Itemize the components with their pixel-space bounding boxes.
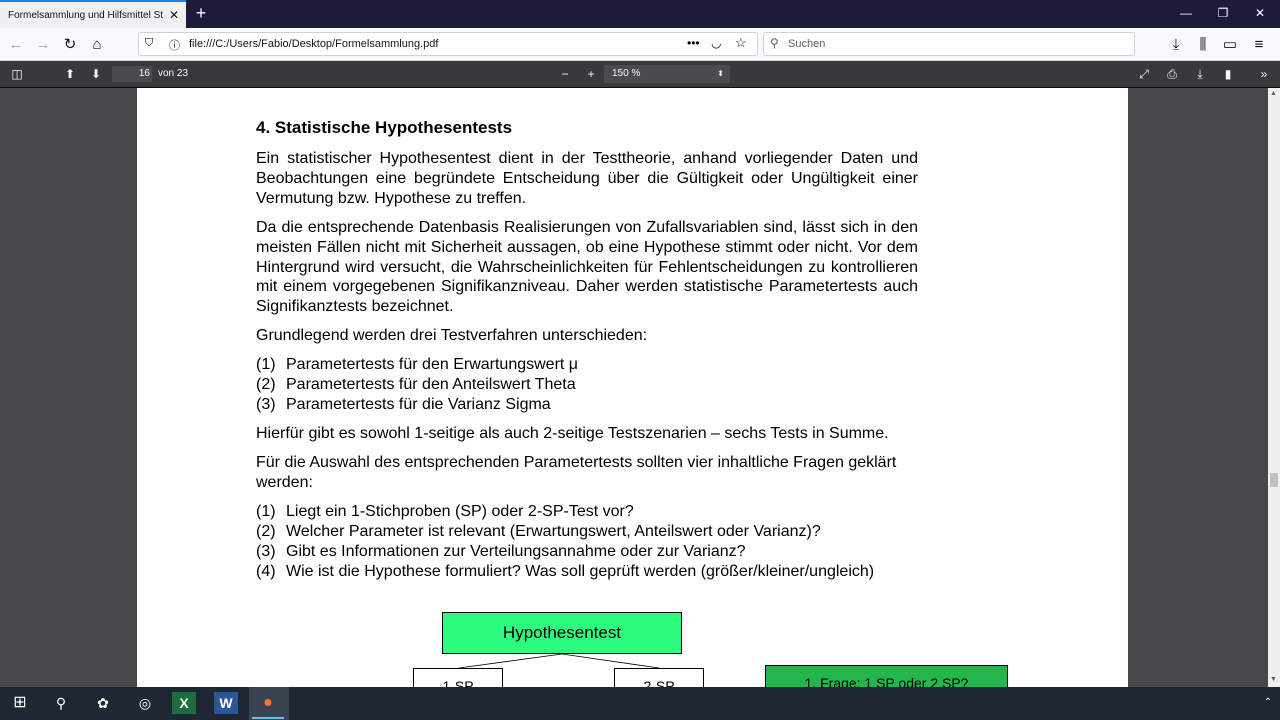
diagram-question-node: 1. Frage: 1 SP oder 2 SP?: [765, 665, 1008, 687]
downloads-icon[interactable]: ⤓: [1165, 34, 1187, 56]
previous-page-icon[interactable]: ⬆: [60, 65, 80, 83]
diagram-node-1sp: 1-SP: [413, 668, 503, 687]
reload-icon[interactable]: ↻: [59, 34, 81, 56]
back-icon[interactable]: ←: [5, 34, 27, 56]
word-icon[interactable]: W: [214, 692, 238, 714]
print-icon[interactable]: ⎙: [1162, 65, 1182, 83]
home-icon[interactable]: ⌂: [86, 34, 108, 56]
scroll-down-icon[interactable]: ▼: [1270, 676, 1277, 683]
tools-icon[interactable]: »: [1254, 65, 1274, 83]
page-total: von 23: [158, 68, 189, 79]
sidebar-icon[interactable]: ▭: [1219, 34, 1241, 56]
search-placeholder: Suchen: [788, 38, 826, 50]
zoom-out-icon[interactable]: −: [555, 65, 575, 83]
close-tab-icon[interactable]: ✕: [166, 7, 182, 23]
window-close-icon[interactable]: ✕: [1250, 4, 1270, 22]
zoom-select[interactable]: 150 % ⬍: [604, 65, 730, 83]
page-number-input[interactable]: 16: [112, 66, 152, 82]
save-icon[interactable]: ⤓: [1190, 65, 1210, 83]
shield-icon[interactable]: ⛉: [145, 37, 153, 50]
pocket-icon[interactable]: ◡: [711, 36, 721, 50]
pdf-page: 4. Statistische Hypothesentests Ein stat…: [137, 88, 1128, 687]
url-bar[interactable]: ⛉ ⓘ file:///C:/Users/Fabio/Desktop/Forme…: [138, 32, 758, 56]
minimize-icon[interactable]: —: [1176, 4, 1196, 22]
new-tab-icon[interactable]: +: [192, 4, 210, 22]
bookmark-icon[interactable]: ▮: [1218, 65, 1238, 83]
presentation-mode-icon[interactable]: ⤢: [1134, 65, 1154, 83]
diagram-node-2sp: 2-SP: [614, 668, 704, 687]
zoom-in-icon[interactable]: +: [581, 65, 601, 83]
app-icon[interactable]: ✿: [91, 692, 115, 714]
chevron-updown-icon: ⬍: [717, 69, 724, 78]
toggle-sidebar-icon[interactable]: ◫: [7, 65, 27, 83]
scroll-thumb[interactable]: [1270, 473, 1278, 487]
browser-tab[interactable]: Formelsammlung und Hilfsmittel St ✕: [0, 0, 186, 28]
search-icon: ⚲: [770, 36, 779, 50]
obs-icon[interactable]: ◎: [133, 692, 157, 714]
library-icon[interactable]: ⫼: [1192, 34, 1214, 56]
more-actions-icon[interactable]: •••: [687, 36, 700, 50]
active-app-indicator: [252, 717, 284, 719]
restore-icon[interactable]: ❐: [1213, 4, 1233, 22]
scroll-up-icon[interactable]: ▲: [1270, 90, 1277, 97]
url-text[interactable]: file:///C:/Users/Fabio/Desktop/Formelsam…: [189, 38, 438, 50]
windows-start-icon[interactable]: ⊞: [8, 692, 32, 714]
menu-icon[interactable]: ≡: [1248, 34, 1270, 56]
firefox-icon[interactable]: ●: [256, 692, 280, 714]
next-page-icon[interactable]: ⬇: [86, 65, 106, 83]
tab-title: Formelsammlung und Hilfsmittel St: [8, 10, 163, 21]
diagram-connectors: [458, 653, 660, 669]
diagram-root-node: Hypothesentest: [442, 612, 682, 654]
bookmark-star-icon[interactable]: ☆: [735, 35, 747, 51]
zoom-value: 150 %: [612, 68, 641, 79]
search-icon[interactable]: ⚲: [49, 692, 73, 714]
navigation-bar: ← → ↻ ⌂ ⛉ ⓘ file:///C:/Users/Fabio/Deskt…: [0, 28, 1280, 61]
chevron-up-icon[interactable]: ⌃: [1256, 692, 1280, 714]
pdf-toolbar: ◫ ⬆ ⬇ 16 von 23 − + 150 % ⬍ ⤢ ⎙ ⤓ ▮ »: [0, 61, 1280, 88]
scrollbar[interactable]: ▲ ▼: [1268, 88, 1280, 687]
search-input[interactable]: ⚲ Suchen: [763, 32, 1135, 56]
tab-bar: Formelsammlung und Hilfsmittel St ✕ + — …: [0, 0, 1280, 28]
excel-icon[interactable]: X: [172, 692, 196, 714]
info-icon[interactable]: ⓘ: [169, 37, 180, 53]
forward-icon[interactable]: →: [32, 34, 54, 56]
pdf-viewer[interactable]: 4. Statistische Hypothesentests Ein stat…: [0, 88, 1268, 687]
